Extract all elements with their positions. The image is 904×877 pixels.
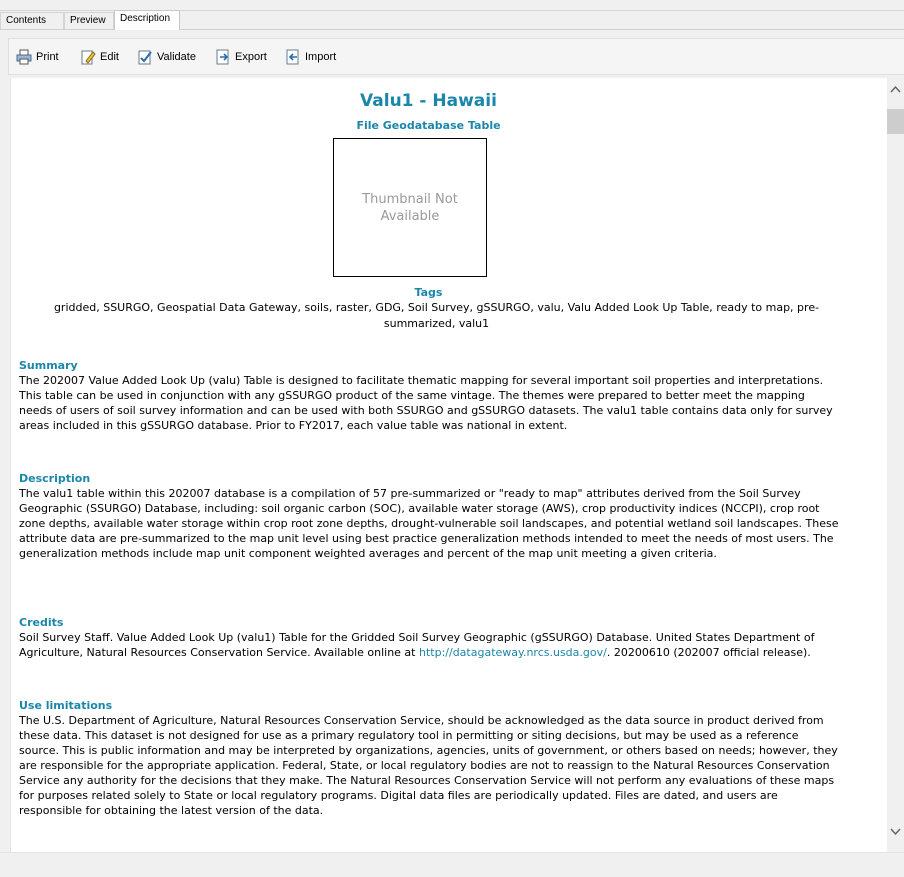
export-icon <box>216 49 229 64</box>
validate-button[interactable]: Validate <box>137 39 196 74</box>
credits-heading: Credits <box>19 616 64 629</box>
validate-icon <box>138 50 152 64</box>
export-label: Export <box>235 50 267 63</box>
thumbnail-placeholder: Thumbnail Not Available <box>333 138 487 277</box>
item-type: File Geodatabase Table <box>356 119 501 132</box>
credits-section: Credits Soil Survey Staff. Value Added L… <box>19 615 839 660</box>
scrollbar-thumb[interactable] <box>887 109 904 134</box>
summary-section: Summary The 202007 Value Added Look Up (… <box>19 358 839 433</box>
status-bar <box>0 852 904 877</box>
thumbnail-text-line2: Available <box>380 208 440 224</box>
description-toolbar: Print Edit Validate Export Import <box>8 38 904 75</box>
tab-preview[interactable]: Preview <box>64 12 114 29</box>
edit-button[interactable]: Edit <box>80 39 119 74</box>
summary-text: The 202007 Value Added Look Up (valu) Ta… <box>19 374 833 432</box>
print-label: Print <box>36 50 59 63</box>
tab-contents[interactable]: Contents <box>0 12 64 29</box>
use-limitations-heading: Use limitations <box>19 699 113 712</box>
import-button[interactable]: Import <box>285 39 336 74</box>
edit-label: Edit <box>100 50 119 63</box>
thumbnail-text-line1: Thumbnail Not <box>362 191 458 207</box>
import-icon <box>286 49 299 64</box>
summary-heading: Summary <box>19 359 78 372</box>
validate-label: Validate <box>157 50 196 63</box>
description-text: The valu1 table within this 202007 datab… <box>19 487 839 560</box>
export-button[interactable]: Export <box>215 39 267 74</box>
edit-icon <box>81 50 96 64</box>
scroll-down-icon[interactable] <box>890 826 901 837</box>
print-button[interactable]: Print <box>16 39 59 74</box>
scroll-up-icon[interactable] <box>890 84 901 95</box>
printer-icon <box>16 49 32 64</box>
vertical-scrollbar[interactable] <box>887 78 904 852</box>
credits-text: Soil Survey Staff. Value Added Look Up (… <box>19 630 839 660</box>
description-section: Description The valu1 table within this … <box>19 471 839 561</box>
description-heading: Description <box>19 472 91 485</box>
use-limitations-text: The U.S. Department of Agriculture, Natu… <box>19 714 838 817</box>
description-pane[interactable]: Valu1 - Hawaii File Geodatabase Table Th… <box>10 78 888 852</box>
tags-text: gridded, SSURGO, Geospatial Data Gateway… <box>53 301 820 330</box>
use-limitations-section: Use limitations The U.S. Department of A… <box>19 698 839 818</box>
import-label: Import <box>305 50 337 63</box>
item-title: Valu1 - Hawaii <box>360 91 497 111</box>
tab-description[interactable]: Description <box>114 10 180 30</box>
credits-text-end: . 20200610 (202007 official release). <box>606 646 811 659</box>
tags-heading: Tags <box>414 286 443 299</box>
tab-bar: Contents Preview Description <box>0 0 904 30</box>
datagateway-link[interactable]: http://datagateway.nrcs.usda.gov/ <box>419 646 607 659</box>
